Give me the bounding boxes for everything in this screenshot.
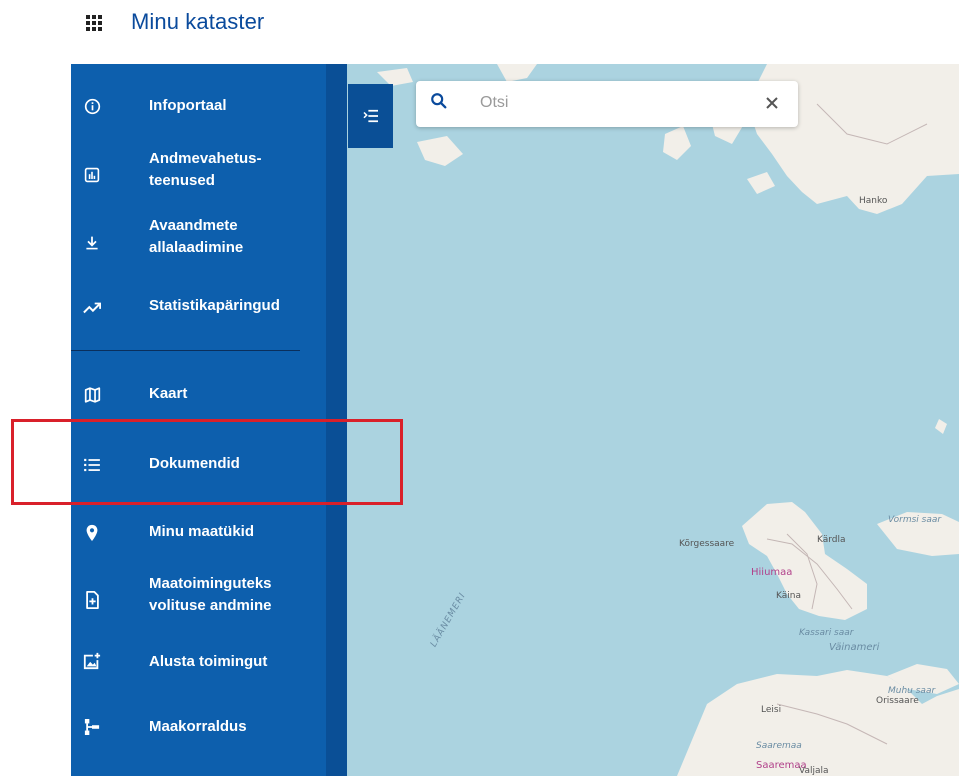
map-label-hiiumaa: Hiiumaa xyxy=(751,567,793,578)
trending-up-icon xyxy=(82,298,102,318)
info-icon xyxy=(82,96,102,116)
sidebar-item-andmevahetusteenused[interactable]: Andmevahetus- teenused xyxy=(71,148,326,196)
hierarchy-icon xyxy=(82,717,102,737)
menu-collapse-icon xyxy=(362,109,378,123)
map-view[interactable]: Hanko Kärdla Kõrgessaare Hiiumaa Käina K… xyxy=(347,64,959,776)
document-add-icon xyxy=(82,590,102,610)
map-label-kassari: Kassari saar xyxy=(799,628,854,638)
sidebar-divider xyxy=(71,350,300,351)
sidebar-item-label: Infoportaal xyxy=(149,97,227,114)
list-icon xyxy=(82,455,102,475)
sidebar-item-label: Andmevahetus- teenused xyxy=(149,150,262,189)
sidebar-toggle-button[interactable] xyxy=(348,84,393,148)
sidebar-item-label: Dokumendid xyxy=(149,455,240,472)
map-label-vormsi: Vormsi saar xyxy=(888,515,942,525)
map-search-box xyxy=(416,81,798,127)
map-label-leisi: Leisi xyxy=(761,705,782,715)
sidebar-item-label: Kaart xyxy=(149,385,188,402)
map-label-valjala: Valjala xyxy=(799,766,829,776)
sidebar-item-statistikaparingud[interactable]: Statistikapäringud xyxy=(71,292,326,322)
map-label-saaremaa-1: Saaremaa xyxy=(756,741,802,751)
app-title[interactable]: Minu kataster xyxy=(131,9,264,35)
map-label-kaina: Käina xyxy=(776,591,801,601)
map-label-orissaare: Orissaare xyxy=(876,696,919,706)
map-icon xyxy=(82,385,102,405)
sidebar-item-volituse-andmine[interactable]: Maatoiminguteks volituse andmine xyxy=(71,573,326,621)
sidebar-item-label: Maakorraldus xyxy=(149,718,247,735)
search-icon[interactable] xyxy=(430,92,448,110)
sidebar-item-label: Alusta toimingut xyxy=(149,653,268,670)
close-icon[interactable] xyxy=(762,93,782,113)
chart-icon xyxy=(82,165,102,185)
sidebar-item-minu-maatukid[interactable]: Minu maatükid xyxy=(71,518,326,548)
add-photo-icon xyxy=(82,651,102,671)
sidebar-scroll-rail[interactable] xyxy=(326,64,347,776)
map-label-korgessaare: Kõrgessaare xyxy=(679,539,735,549)
map-label-kardla: Kärdla xyxy=(817,535,846,545)
sidebar-item-label: Minu maatükid xyxy=(149,523,255,540)
sidebar-item-avaandmete-allalaadimine[interactable]: Avaandmete allalaadimine xyxy=(71,215,326,263)
search-input[interactable] xyxy=(480,91,750,115)
sidebar-item-label: Avaandmete allalaadimine xyxy=(149,217,244,256)
sidebar-item-infoportaal[interactable]: Infoportaal xyxy=(71,89,326,123)
top-bar: Minu kataster xyxy=(0,0,959,56)
sidebar-item-alusta-toimingut[interactable]: Alusta toimingut xyxy=(71,648,326,678)
map-label-muhu: Muhu saar xyxy=(888,686,936,696)
sidebar-item-dokumendid[interactable]: Dokumendid xyxy=(71,450,326,480)
map-label-hanko: Hanko xyxy=(859,196,888,206)
apps-grid-icon[interactable] xyxy=(86,15,102,31)
map-label-vainameri: Väinameri xyxy=(829,642,880,653)
map-canvas xyxy=(377,64,959,776)
sidebar-item-kaart[interactable]: Kaart xyxy=(71,380,326,410)
location-pin-icon xyxy=(82,523,102,543)
sidebar-item-label: Statistikapäringud xyxy=(149,297,280,314)
sidebar-item-maakorraldus[interactable]: Maakorraldus xyxy=(71,713,326,743)
sidebar-item-label: Maatoiminguteks volituse andmine xyxy=(149,575,272,614)
download-icon xyxy=(82,233,102,253)
